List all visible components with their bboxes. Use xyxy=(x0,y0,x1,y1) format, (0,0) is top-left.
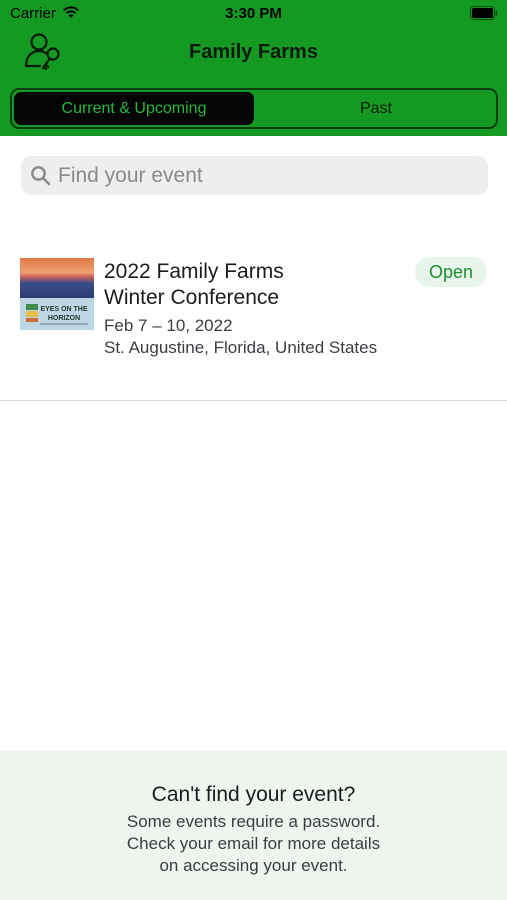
page-title: Family Farms xyxy=(189,41,318,63)
battery-icon xyxy=(470,6,498,20)
search-input[interactable] xyxy=(58,156,478,195)
event-thumbnail: EYES ON THE HORIZON xyxy=(20,258,94,330)
search-icon xyxy=(31,166,51,186)
event-location: St. Augustine, Florida, United States xyxy=(104,338,378,357)
app-header: Carrier 3:30 PM Family Farms Current & U… xyxy=(0,0,507,136)
event-date: Feb 7 – 10, 2022 xyxy=(104,316,233,335)
footer-help: Can't find your event? Some events requi… xyxy=(0,750,507,900)
event-title-line1: 2022 Family Farms xyxy=(104,260,284,283)
status-badge: Open xyxy=(414,257,487,287)
event-list-item[interactable]: EYES ON THE HORIZON 2022 Family Farms Wi… xyxy=(0,240,507,400)
segment-current-upcoming[interactable]: Current & Upcoming xyxy=(14,92,254,125)
thumbnail-text-line1: EYES ON THE xyxy=(40,306,87,313)
event-filter-segmented-control: Current & Upcoming Past xyxy=(10,88,498,129)
footer-line-1: Some events require a password. xyxy=(126,812,381,831)
event-title: 2022 Family Farms Winter Conference xyxy=(104,259,404,311)
footer-title: Can't find your event? xyxy=(151,783,356,806)
footer-line-3: on accessing your event. xyxy=(159,856,348,875)
search-bar xyxy=(21,156,488,195)
footer-line-2: Check your email for more details xyxy=(126,834,381,853)
list-divider xyxy=(0,400,507,401)
thumbnail-text-line2: HORIZON xyxy=(48,315,80,322)
status-bar: Carrier 3:30 PM xyxy=(0,0,507,28)
segment-past[interactable]: Past xyxy=(256,90,496,127)
status-time: 3:30 PM xyxy=(225,5,282,22)
event-title-line2: Winter Conference xyxy=(104,286,280,309)
